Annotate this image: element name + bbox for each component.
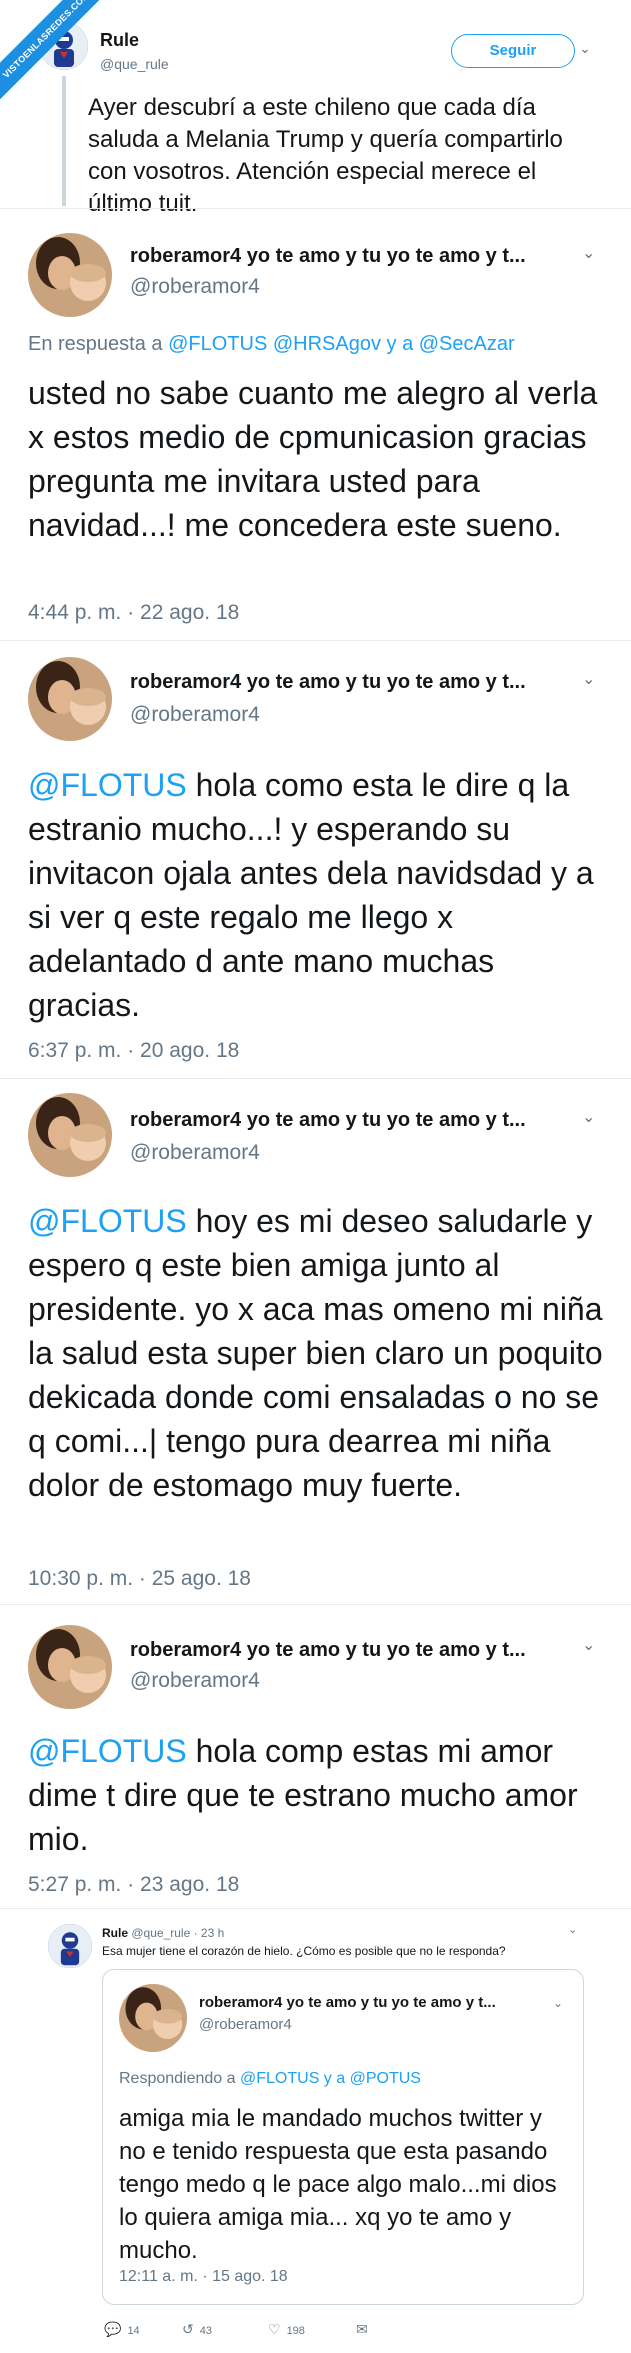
tweet-text: amiga mia le mandado muchos twitter y no… <box>119 2105 557 2264</box>
chevron-down-icon[interactable]: ⌄ <box>553 1996 563 2010</box>
avatar[interactable] <box>28 657 112 741</box>
tweet-text: @FLOTUS hoy es mi deseo saludarle y espe… <box>28 1199 608 1507</box>
timestamp[interactable]: 4:44 p. m. · 22 ago. 18 <box>28 601 239 625</box>
tweet-text: usted no sabe cuanto me alegro al verla … <box>28 375 598 543</box>
chevron-down-icon[interactable]: ⌄ <box>582 243 595 263</box>
retweet-count: 43 <box>199 2325 212 2337</box>
author-handle[interactable]: @que_rule <box>100 56 169 72</box>
chevron-down-icon[interactable]: ⌄ <box>582 1635 595 1655</box>
avatar[interactable] <box>28 1625 112 1709</box>
follow-button[interactable]: Seguir <box>451 34 575 68</box>
tweet-text: Ayer descubrí a este chileno que cada dí… <box>88 94 563 217</box>
reply-mentions[interactable]: @FLOTUS y a @POTUS <box>240 2070 421 2087</box>
author-name[interactable]: roberamor4 yo te amo y tu yo te amo y t.… <box>130 245 526 268</box>
reply-context: En respuesta a @FLOTUS @HRSAgov y a @Sec… <box>28 333 515 356</box>
chevron-down-icon[interactable]: ⌄ <box>568 1923 577 1936</box>
mention-link[interactable]: @FLOTUS <box>28 1203 187 1239</box>
avatar[interactable] <box>119 1984 187 2052</box>
reply-icon: 💬 <box>104 2321 122 2337</box>
like-action[interactable]: ♡ 198 <box>268 2321 305 2338</box>
profile-photo-icon <box>28 233 112 317</box>
tweet-body: hola como esta le dire q la estranio muc… <box>28 767 594 1023</box>
author-name[interactable]: roberamor4 yo te amo y tu yo te amo y t.… <box>130 1639 526 1662</box>
reply-count: 14 <box>127 2325 140 2337</box>
tweet-text: Esa mujer tiene el corazón de hielo. ¿Có… <box>102 1944 506 1958</box>
superhero-avatar-icon <box>48 1924 92 1968</box>
quote-tweet: Rule @que_rule · 23 h ⌄ Esa mujer tiene … <box>0 1908 631 2353</box>
avatar[interactable] <box>28 233 112 317</box>
profile-photo-icon <box>28 1093 112 1177</box>
message-action[interactable]: ✉ <box>356 2321 374 2338</box>
embedded-tweet: roberamor4 yo te amo y tu yo te amo y t.… <box>0 640 631 1078</box>
embedded-tweet: roberamor4 yo te amo y tu yo te amo y t.… <box>0 208 631 640</box>
like-count: 198 <box>286 2325 305 2337</box>
envelope-icon: ✉ <box>356 2321 368 2337</box>
author-name[interactable]: Rule <box>100 30 139 51</box>
tweet-body: hoy es mi deseo saludarle y espero q est… <box>28 1203 603 1503</box>
author-handle[interactable]: @roberamor4 <box>130 1141 260 1165</box>
thread-line <box>62 76 66 206</box>
author-handle[interactable]: @roberamor4 <box>130 275 260 299</box>
tweet-text: @FLOTUS hola como esta le dire q la estr… <box>28 763 608 1027</box>
reply-mentions[interactable]: @FLOTUS @HRSAgov y a @SecAzar <box>168 333 515 355</box>
avatar[interactable] <box>48 1924 92 1968</box>
reply-context: Respondiendo a @FLOTUS y a @POTUS <box>119 2070 421 2088</box>
timestamp[interactable]: 10:30 p. m. · 25 ago. 18 <box>28 1567 251 1591</box>
tweet-actions: 💬 14 ↺ 43 ♡ 198 ✉ <box>104 2317 584 2341</box>
retweet-action[interactable]: ↺ 43 <box>182 2321 212 2338</box>
embedded-tweet: roberamor4 yo te amo y tu yo te amo y t.… <box>0 1078 631 1604</box>
reply-action[interactable]: 💬 14 <box>104 2321 140 2338</box>
quoted-tweet-card[interactable]: roberamor4 yo te amo y tu yo te amo y t.… <box>102 1969 584 2305</box>
timestamp[interactable]: 12:11 a. m. · 15 ago. 18 <box>119 2268 288 2286</box>
timestamp[interactable]: 6:37 p. m. · 20 ago. 18 <box>28 1039 239 1063</box>
mention-link[interactable]: @FLOTUS <box>28 1733 187 1769</box>
retweet-icon: ↺ <box>182 2321 194 2337</box>
chevron-down-icon[interactable]: ⌄ <box>575 40 595 60</box>
avatar[interactable] <box>28 1093 112 1177</box>
author-handle-time[interactable]: @que_rule · 23 h <box>131 1926 224 1940</box>
author-name[interactable]: Rule <box>102 1926 128 1940</box>
heart-icon: ♡ <box>268 2321 281 2337</box>
author-handle[interactable]: @roberamor4 <box>199 2016 292 2033</box>
author-name[interactable]: roberamor4 yo te amo y tu yo te amo y t.… <box>130 671 526 694</box>
author-handle[interactable]: @roberamor4 <box>130 1669 260 1693</box>
timestamp[interactable]: 5:27 p. m. · 23 ago. 18 <box>28 1873 239 1897</box>
chevron-down-icon[interactable]: ⌄ <box>582 1107 595 1127</box>
header-tweet: Rule @que_rule Seguir ⌄ Ayer descubrí a … <box>0 0 631 217</box>
reply-prefix: Respondiendo a <box>119 2070 236 2087</box>
author-line[interactable]: Rule @que_rule · 23 h <box>102 1926 224 1940</box>
profile-photo-icon <box>28 1625 112 1709</box>
author-handle[interactable]: @roberamor4 <box>130 703 260 727</box>
profile-photo-icon <box>28 657 112 741</box>
profile-photo-icon <box>119 1984 187 2052</box>
author-name[interactable]: roberamor4 yo te amo y tu yo te amo y t.… <box>199 1994 496 2011</box>
author-name[interactable]: roberamor4 yo te amo y tu yo te amo y t.… <box>130 1109 526 1132</box>
chevron-down-icon[interactable]: ⌄ <box>582 669 595 689</box>
tweet-text: @FLOTUS hola comp estas mi amor dime t d… <box>28 1729 608 1861</box>
embedded-tweet: roberamor4 yo te amo y tu yo te amo y t.… <box>0 1604 631 1908</box>
mention-link[interactable]: @FLOTUS <box>28 767 187 803</box>
reply-prefix: En respuesta a <box>28 333 163 355</box>
